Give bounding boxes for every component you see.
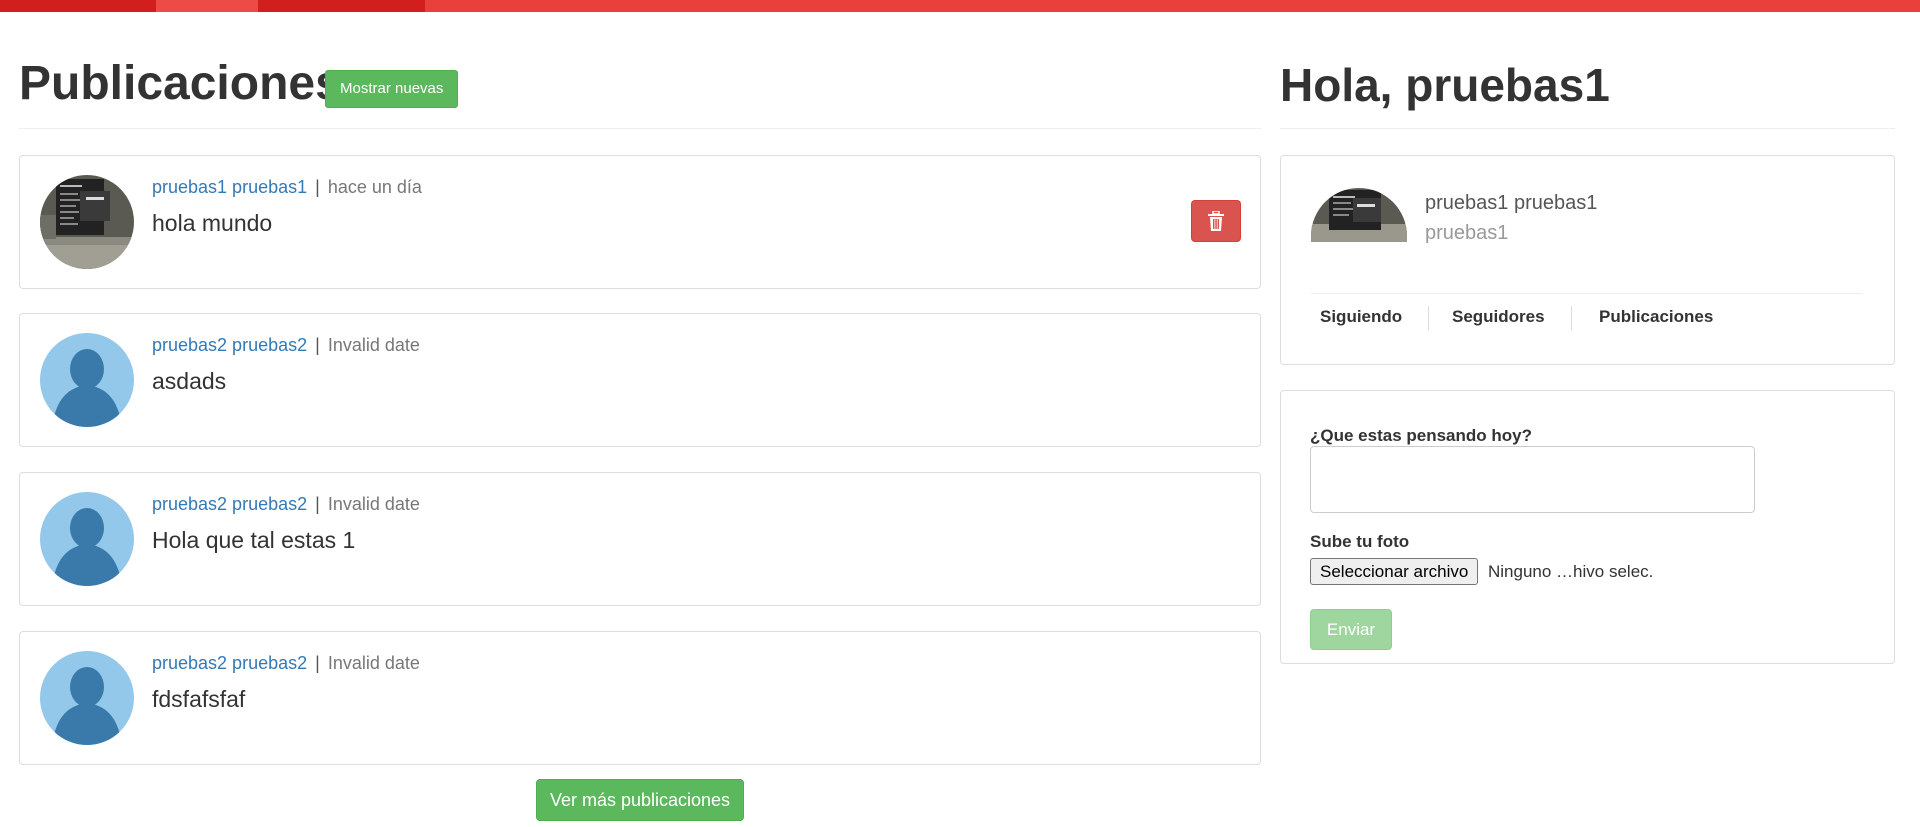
choose-file-button[interactable]: Seleccionar archivo [1310, 558, 1479, 585]
text-field-label: ¿Que estas pensando hoy? [1310, 426, 1532, 445]
post-text: Hola que tal estas 1 [152, 527, 356, 553]
post-avatar[interactable] [40, 175, 134, 269]
post-avatar[interactable] [40, 492, 134, 586]
post-meta: pruebas2 pruebas2 | Invalid date [152, 654, 420, 672]
post-text: fdsfafsfaf [152, 686, 246, 712]
stat-divider [1571, 306, 1572, 330]
submit-button[interactable]: Enviar [1310, 609, 1392, 650]
post-avatar[interactable] [40, 651, 134, 745]
file-status-text: Ninguno …hivo selec. [1488, 562, 1654, 581]
top-bar-segment [258, 0, 425, 12]
photo-field-label: Sube tu foto [1310, 532, 1410, 551]
user-silhouette-icon [40, 492, 134, 586]
load-more-button[interactable]: Ver más publicaciones [536, 779, 744, 821]
post-meta-separator: | [315, 653, 320, 673]
stat-publications-link[interactable]: Publicaciones [1599, 308, 1713, 325]
new-post-form: ¿Que estas pensando hoy? Sube tu foto Se… [1280, 390, 1895, 664]
post-card: pruebas2 pruebas2 | Invalid date Hola que … [19, 472, 1261, 606]
stat-followers-link[interactable]: Seguidores [1452, 308, 1545, 325]
show-new-button[interactable]: Mostrar nuevas [325, 70, 459, 108]
post-author-link[interactable]: pruebas2 pruebas2 [152, 494, 307, 514]
stat-following-link[interactable]: Siguiendo [1320, 308, 1402, 325]
post-text: hola mundo [152, 210, 273, 236]
post-card: pruebas1 pruebas1 | hace un día hola mundo [19, 155, 1261, 289]
profile-stats: Siguiendo Seguidores Publicaciones [1311, 293, 1863, 345]
timeline-header: Publicaciones Mostrar nuevas [19, 12, 1261, 129]
post-meta-separator: | [315, 335, 320, 355]
post-meta-separator: | [315, 494, 320, 514]
timeline-column: Publicaciones Mostrar nuevas pruebas1 pr… [19, 12, 1261, 821]
post-meta: pruebas1 pruebas1 | hace un día [152, 178, 422, 196]
post-text: asdads [152, 368, 227, 394]
profile-nickname: pruebas1 [1425, 222, 1509, 244]
top-accent-bar [0, 0, 1920, 12]
post-time: Invalid date [327, 335, 420, 355]
post-card: pruebas2 pruebas2 | Invalid date fdsfafsfa… [19, 631, 1261, 765]
sidebar-column: Hola, pruebas1 pruebas1 pruebas1 pruebas… [1280, 12, 1895, 664]
post-meta-separator: | [315, 177, 320, 197]
profile-name: pruebas1 pruebas1 [1425, 192, 1598, 214]
greeting-header: Hola, pruebas1 [1280, 12, 1895, 129]
post-author-link[interactable]: pruebas2 pruebas2 [152, 653, 307, 673]
post-card: pruebas2 pruebas2 | Invalid date asdads [19, 313, 1261, 447]
post-author-link[interactable]: pruebas2 pruebas2 [152, 335, 307, 355]
greeting-title: Hola, pruebas1 [1280, 59, 1610, 111]
user-silhouette-icon [40, 651, 134, 745]
post-meta: pruebas2 pruebas2 | Invalid date [152, 336, 420, 354]
post-meta: pruebas2 pruebas2 | Invalid date [152, 495, 420, 513]
photo-avatar-image [40, 175, 134, 269]
stat-divider [1428, 306, 1429, 330]
top-bar-segment [156, 0, 258, 12]
post-textarea[interactable] [1310, 446, 1755, 513]
post-time: Invalid date [327, 494, 420, 514]
delete-post-button[interactable] [1191, 200, 1241, 242]
profile-avatar[interactable] [1311, 188, 1407, 242]
post-time: Invalid date [327, 653, 420, 673]
post-avatar[interactable] [40, 333, 134, 427]
photo-avatar-image [1311, 188, 1407, 242]
post-time: hace un día [327, 177, 422, 197]
trash-icon [1208, 211, 1224, 231]
post-author-link[interactable]: pruebas1 pruebas1 [152, 177, 307, 197]
page-title: Publicaciones [19, 57, 342, 110]
profile-card: pruebas1 pruebas1 pruebas1 Siguiendo Seg… [1280, 155, 1895, 365]
user-silhouette-icon [40, 333, 134, 427]
top-bar-segment [0, 0, 156, 12]
